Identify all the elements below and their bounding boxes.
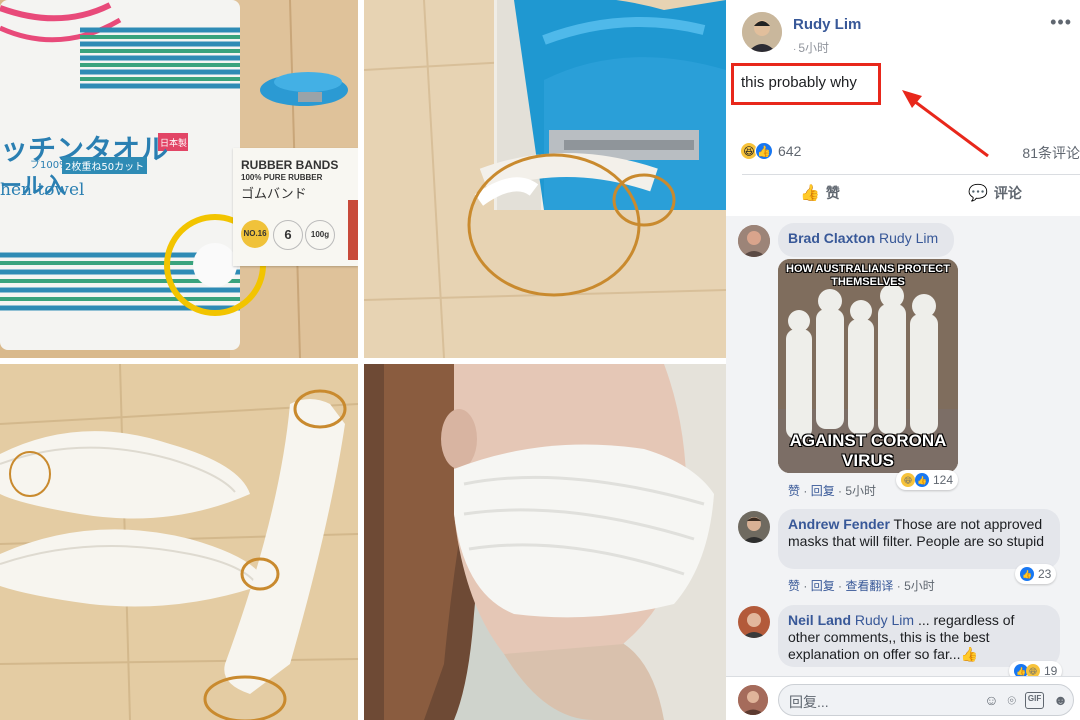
comment-label: 评论 [993,185,1022,201]
photo-supplies[interactable]: ッチンタオル ブ100% 2枚重ね50カット 日本製 ール入 hen towel… [0,0,358,358]
comment-bubble: Andrew Fender Those are not approved mas… [778,509,1060,569]
photo-wearing-mask[interactable] [364,364,726,720]
comment-reaction-count: 23 [1038,567,1052,581]
comment-reactions[interactable]: 😆 👍 124 [896,470,959,490]
meme-top-text: HOW AUSTRALIANS PROTECT THEMSELVES [786,263,950,288]
see-translation-link[interactable]: 查看翻译 [845,579,893,593]
author-avatar[interactable] [742,12,782,52]
comment-like-link[interactable]: 赞 [788,579,800,593]
comment-reply-link[interactable]: 回复 [811,484,835,498]
comment-avatar[interactable] [738,511,770,543]
comment-time[interactable]: 5小时 [845,484,876,498]
like-reaction-icon: 👍 [915,473,929,487]
comment-bubble: Brad Claxton Rudy Lim [778,223,954,257]
towel-pack-line2: 2枚重ね50カット [62,157,148,174]
like-reaction-icon: 👍 [755,142,773,160]
mention-tag[interactable]: Rudy Lim [855,612,914,628]
comment-avatar[interactable] [738,225,770,257]
reaction-count: 642 [778,143,802,159]
like-button[interactable]: 👍 赞 [800,183,840,203]
facebook-post: Rudy Lim · 5小时 ••• this probably why 😆 👍 … [726,0,1080,720]
towel-badge: 日本製 [160,139,188,149]
like-reaction-icon: 👍 [1020,567,1034,581]
bands-weight: 100g [305,220,335,250]
rubber-bands-box: RUBBER BANDS 100% PURE RUBBER ゴムバンド NO.1… [233,148,358,266]
comment-button[interactable]: 💬 评论 [968,183,1022,203]
meme-image[interactable]: HOW AUSTRALIANS PROTECT THEMSELVES AGAIN… [778,259,958,473]
commenter-name[interactable]: Neil Land [788,612,851,628]
globe-icon: · [793,44,797,55]
stapler-image [260,72,348,106]
comment-reaction-count: 124 [933,473,954,487]
bands-sub: 100% PURE RUBBER [241,173,323,182]
photo-masks[interactable] [0,364,358,720]
comment-time[interactable]: 5小时 [904,579,935,593]
sticker-icon[interactable]: ☻ [1053,692,1068,709]
photo-collage[interactable]: ッチンタオル ブ100% 2枚重ね50カット 日本製 ール入 hen towel… [0,0,726,720]
comment-icon: 💬 [968,185,988,202]
emoji-icon[interactable]: ☺ [984,692,998,709]
photo-stapling[interactable] [364,0,726,358]
divider [742,174,1080,175]
towel-en: hen towel [0,180,85,200]
comment-actions: 赞 · 回复 · 5小时 [788,484,877,498]
thumbs-up-icon: 👍 [800,185,820,202]
gif-icon[interactable]: GIF [1024,692,1045,709]
reaction-summary[interactable]: 😆 👍 642 [740,141,801,161]
comment-bubble: Neil Land Rudy Lim ... regardless of oth… [778,605,1060,667]
red-arrow-annotation [902,90,989,158]
author-name[interactable]: Rudy Lim [793,16,861,33]
comment-reply-link[interactable]: 回复 [811,579,835,593]
bands-jp: ゴムバンド [241,187,307,202]
commenter-name[interactable]: Andrew Fender [788,516,890,532]
camera-icon[interactable]: ⌾ [1008,692,1016,709]
bands-no: NO.16 [241,220,269,248]
like-label: 赞 [825,185,840,201]
comment-like-link[interactable]: 赞 [788,484,800,498]
comments-section: Brad Claxton Rudy Lim HOW AUSTRALIANS PR… [726,216,1080,681]
reply-composer: 回复... ☺ ⌾ GIF ☻ [726,676,1080,720]
post-text: this probably why [741,74,857,91]
comment-actions: 赞 · 回复 · 查看翻译 · 5小时 [788,579,935,593]
mention-tag[interactable]: Rudy Lim [879,230,938,246]
bands-title: RUBBER BANDS [241,158,339,172]
post-timestamp[interactable]: · 5小时 [793,39,829,56]
commenter-name[interactable]: Brad Claxton [788,230,875,246]
composer-icons: ☺ ⌾ GIF ☻ [984,692,1068,709]
comment-avatar[interactable] [738,606,770,638]
more-options-icon[interactable]: ••• [1050,12,1072,33]
viewer-avatar [738,685,768,715]
comment-count[interactable]: 81条评论 [1022,143,1080,163]
bands-len: 6 [273,220,303,250]
comment-reactions[interactable]: 👍 23 [1015,564,1057,584]
meme-bottom-text: AGAINST CORONA VIRUS [789,431,947,470]
haha-reaction-icon: 😆 [901,473,915,487]
